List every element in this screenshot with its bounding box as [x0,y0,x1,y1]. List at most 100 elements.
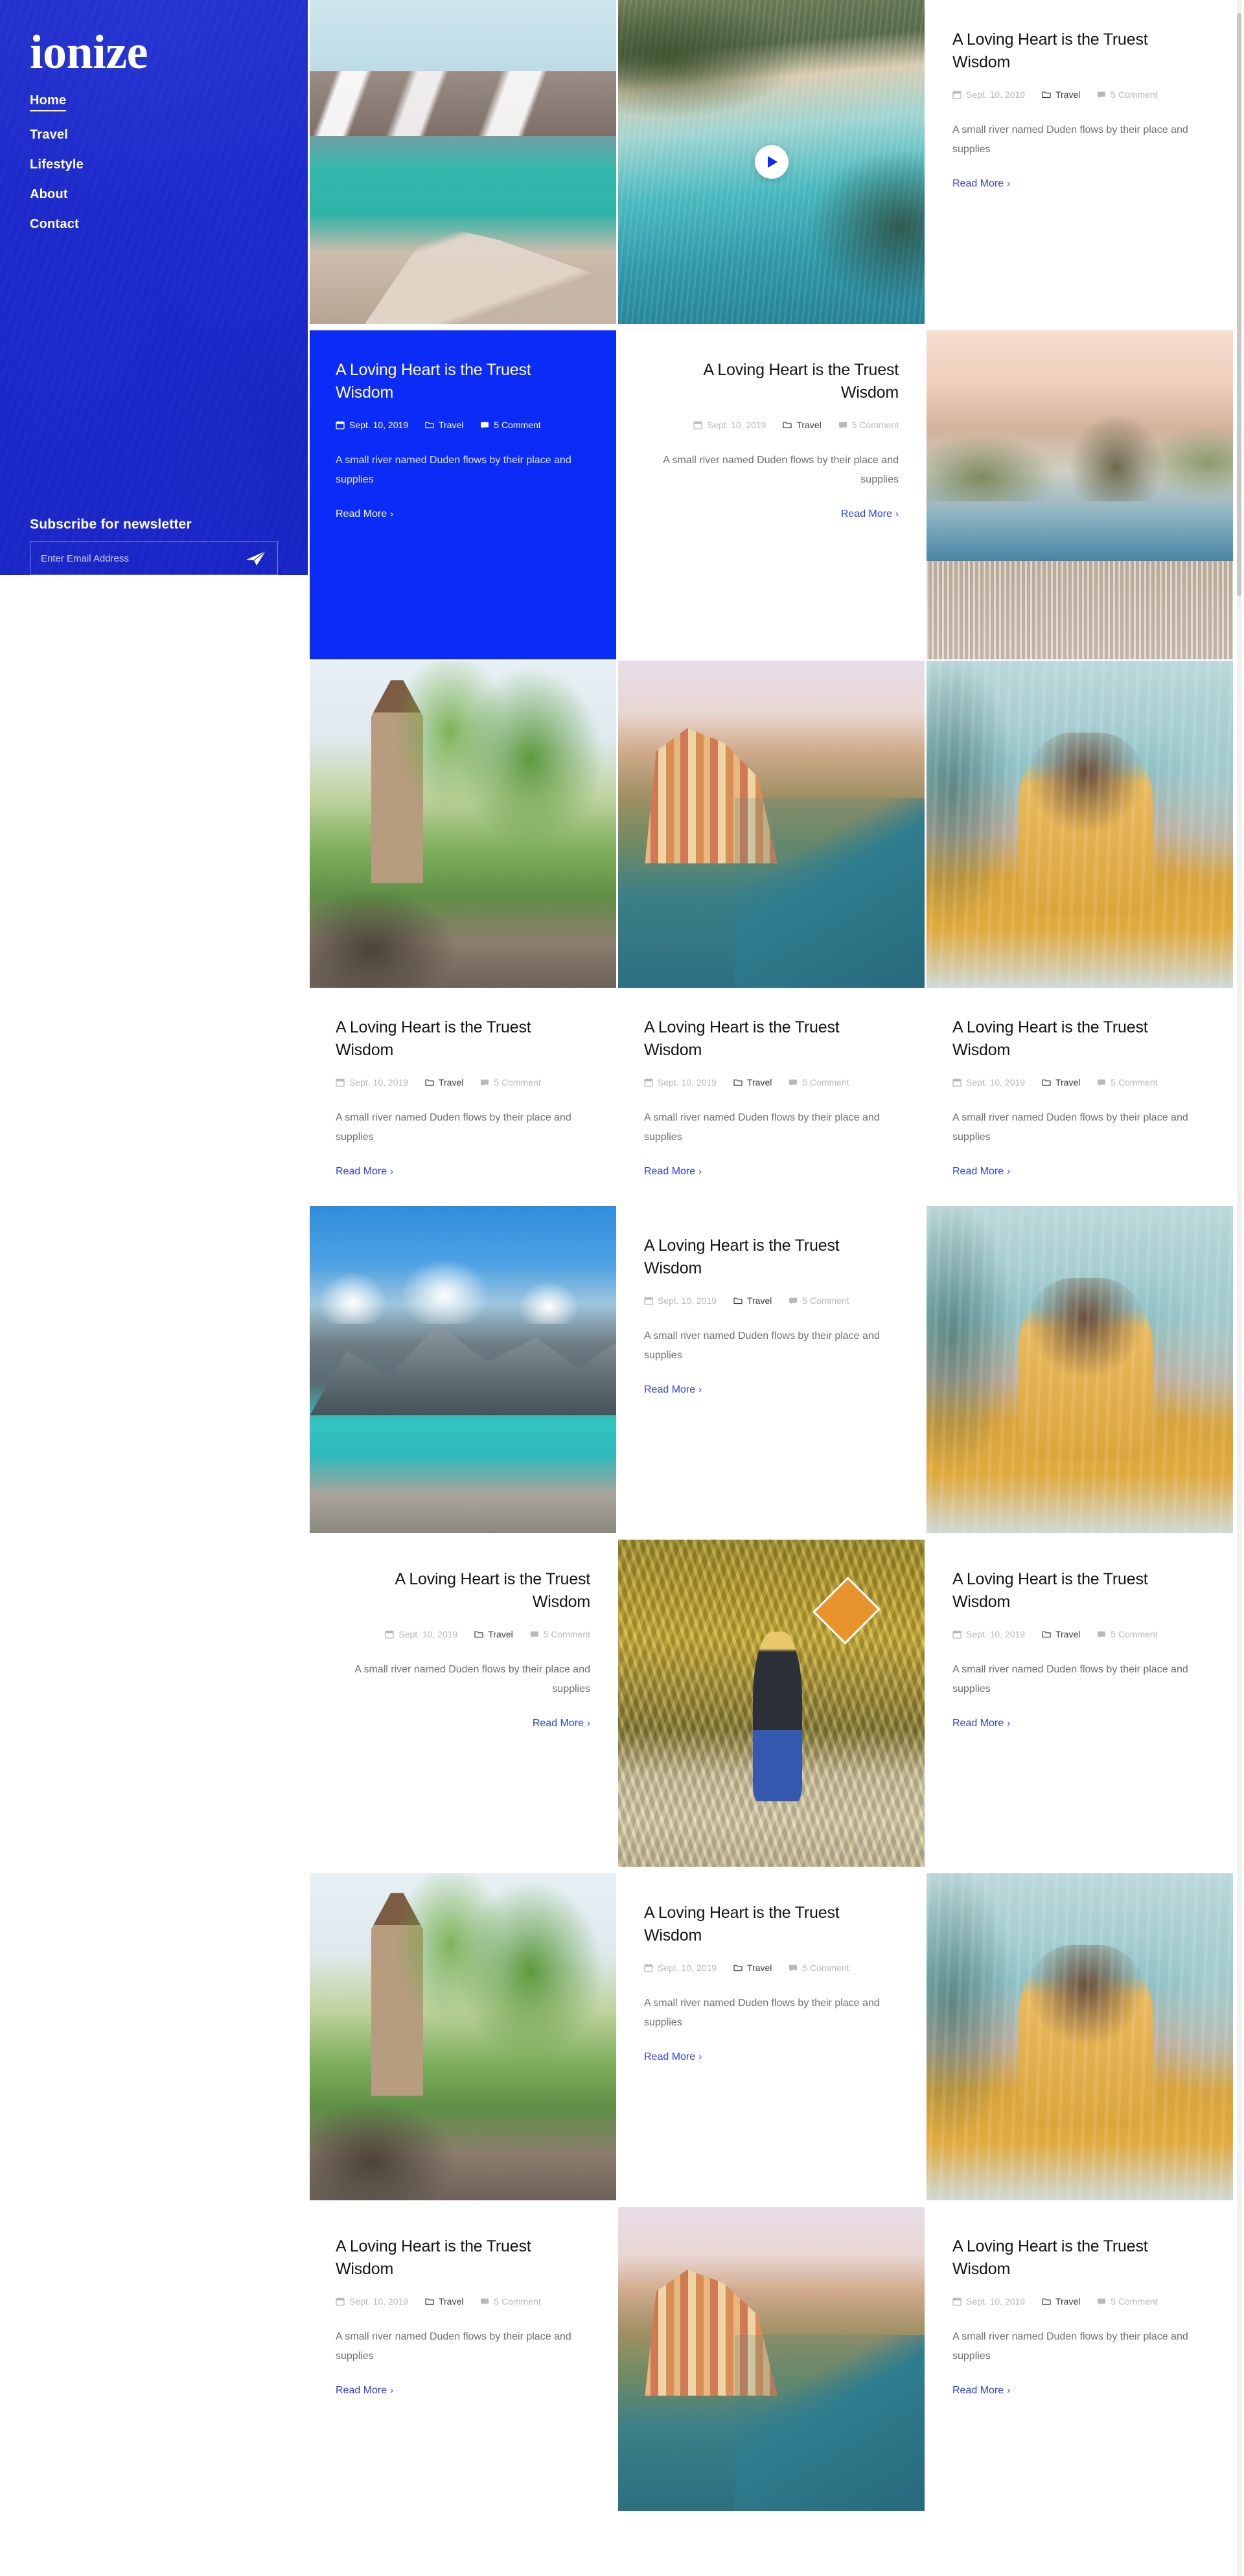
post-card[interactable]: A Loving Heart is the Truest Wisdom Sept… [927,2207,1233,2417]
page-scrollbar-thumb[interactable] [1237,13,1241,596]
post-card[interactable]: A Loving Heart is the Truest Wisdom Sept… [310,1540,616,1867]
post-title[interactable]: A Loving Heart is the Truest Wisdom [644,1235,899,1279]
grid-cell-photo[interactable] [927,1873,1233,2201]
grid-cell-photo[interactable] [618,2207,925,2512]
paper-plane-icon[interactable] [245,550,267,567]
nav-item-lifestyle[interactable]: Lifestyle [30,158,84,171]
post-title[interactable]: A Loving Heart is the Truest Wisdom [336,1568,590,1613]
post-category-group[interactable]: Travel [733,1077,774,1088]
read-more-link[interactable]: Read More › [644,2051,702,2063]
post-card[interactable]: A Loving Heart is the Truest Wisdom Sept… [618,1206,925,1534]
post-category[interactable]: Travel [747,1077,772,1088]
post-category[interactable]: Travel [439,1077,463,1088]
post-title[interactable]: A Loving Heart is the Truest Wisdom [644,359,899,404]
post-card[interactable]: A Loving Heart is the Truest Wisdom Sept… [310,988,616,1198]
read-more-link[interactable]: Read More › [952,178,1010,190]
autumn-road-hiker-photo[interactable] [618,1540,925,1867]
read-more-label: Read More [952,2385,1004,2397]
woman-yellow-sweater-photo[interactable] [927,1873,1233,2201]
nav-item-home[interactable]: Home [30,94,67,112]
post-card[interactable]: A Loving Heart is the Truest Wisdom Sept… [927,0,1233,210]
grid-cell-photo[interactable] [310,0,616,324]
post-category-group[interactable]: Travel [425,420,466,430]
post-category[interactable]: Travel [439,2296,463,2307]
post-category-group[interactable]: Travel [1042,89,1083,100]
clock-tower-carriage-photo[interactable] [310,1873,616,2201]
grid-cell-photo[interactable] [927,330,1233,659]
post-card[interactable]: A Loving Heart is the Truest Wisdom Sept… [310,2207,616,2417]
woman-yellow-sweater-photo[interactable] [927,1206,1233,1534]
nav-item-about[interactable]: About [30,188,68,201]
post-category[interactable]: Travel [1055,1077,1080,1088]
post-category-group[interactable]: Travel [1042,1629,1083,1639]
read-more-link[interactable]: Read More › [952,1166,1010,1178]
post-title[interactable]: A Loving Heart is the Truest Wisdom [644,1016,899,1061]
post-category-group[interactable]: Travel [1042,1077,1083,1088]
post-category-group[interactable]: Travel [425,2296,466,2307]
post-title[interactable]: A Loving Heart is the Truest Wisdom [336,1016,590,1061]
post-category-group[interactable]: Travel [425,1077,466,1088]
post-excerpt: A small river named Duden flows by their… [644,1112,880,1143]
post-title[interactable]: A Loving Heart is the Truest Wisdom [336,359,590,404]
post-category[interactable]: Travel [1055,2296,1080,2307]
grid-cell-photo[interactable] [618,1540,925,1867]
nav-item-contact[interactable]: Contact [30,218,79,231]
email-input[interactable] [41,553,245,564]
post-category[interactable]: Travel [439,420,463,430]
post-category-group[interactable]: Travel [1042,2296,1083,2307]
post-category[interactable]: Travel [747,1295,772,1306]
post-title[interactable]: A Loving Heart is the Truest Wisdom [336,2235,590,2280]
post-card[interactable]: A Loving Heart is the Truest Wisdom Sept… [618,988,925,1198]
read-more-link[interactable]: Read More › [644,1384,702,1396]
chevron-right-icon: › [1007,1166,1011,1178]
post-meta: Sept. 10, 2019 Travel 5 Comment [952,85,1207,105]
grid-cell-photo[interactable] [310,1206,616,1534]
newsletter-field[interactable] [30,541,278,575]
read-more-link[interactable]: Read More › [533,1718,590,1729]
post-category[interactable]: Travel [747,1963,772,1973]
cinque-terre-cliff-village-photo[interactable] [618,661,925,988]
post-category[interactable]: Travel [796,420,821,430]
post-title[interactable]: A Loving Heart is the Truest Wisdom [644,1902,899,1946]
post-category-group[interactable]: Travel [733,1963,774,1973]
woman-yellow-sweater-photo[interactable] [927,661,1233,988]
read-more-link[interactable]: Read More › [336,508,393,520]
nav-item-travel[interactable]: Travel [30,128,68,141]
post-title[interactable]: A Loving Heart is the Truest Wisdom [952,2235,1207,2280]
grid-cell-photo-card: A Loving Heart is the Truest Wisdom Sept… [927,661,1233,1198]
post-card[interactable]: A Loving Heart is the Truest Wisdom Sept… [618,1873,925,2201]
post-comment-count: 5 [1111,2296,1116,2307]
post-title[interactable]: A Loving Heart is the Truest Wisdom [952,1016,1207,1061]
post-category[interactable]: Travel [1055,89,1080,100]
post-category-group[interactable]: Travel [733,1295,774,1306]
post-title[interactable]: A Loving Heart is the Truest Wisdom [952,1568,1207,1613]
post-card-featured[interactable]: A Loving Heart is the Truest Wisdom Sept… [310,330,616,659]
grid-cell-photo[interactable] [310,1873,616,2201]
turquoise-mountain-lake-photo[interactable] [310,1206,616,1534]
read-more-link[interactable]: Read More › [644,1166,702,1178]
read-more-link[interactable]: Read More › [336,2385,393,2397]
aerial-coast-video-thumbnail[interactable] [618,0,925,324]
clock-tower-carriage-photo[interactable] [310,661,616,988]
chevron-right-icon: › [1007,178,1011,190]
post-category[interactable]: Travel [488,1629,513,1639]
post-card[interactable]: A Loving Heart is the Truest Wisdom Sept… [927,988,1233,1198]
play-icon[interactable] [754,145,789,179]
post-card[interactable]: A Loving Heart is the Truest Wisdom Sept… [927,1540,1233,1867]
read-more-link[interactable]: Read More › [841,508,899,520]
site-logo[interactable]: ionize [30,28,278,76]
post-title[interactable]: A Loving Heart is the Truest Wisdom [952,28,1207,73]
read-more-link[interactable]: Read More › [336,1166,393,1178]
cinque-terre-cliff-village-photo[interactable] [618,2207,925,2512]
post-category-group[interactable]: Travel [474,1629,515,1639]
video-play-overlay[interactable] [618,0,925,324]
rio-de-janeiro-photo[interactable] [927,330,1233,659]
moraine-lake-photo[interactable] [310,0,616,324]
post-category[interactable]: Travel [1055,1629,1080,1639]
grid-cell-video[interactable] [618,0,925,324]
post-card[interactable]: A Loving Heart is the Truest Wisdom Sept… [618,330,925,659]
read-more-link[interactable]: Read More › [952,1718,1010,1729]
grid-cell-photo[interactable] [927,1206,1233,1534]
post-category-group[interactable]: Travel [783,420,824,430]
read-more-link[interactable]: Read More › [952,2385,1010,2397]
